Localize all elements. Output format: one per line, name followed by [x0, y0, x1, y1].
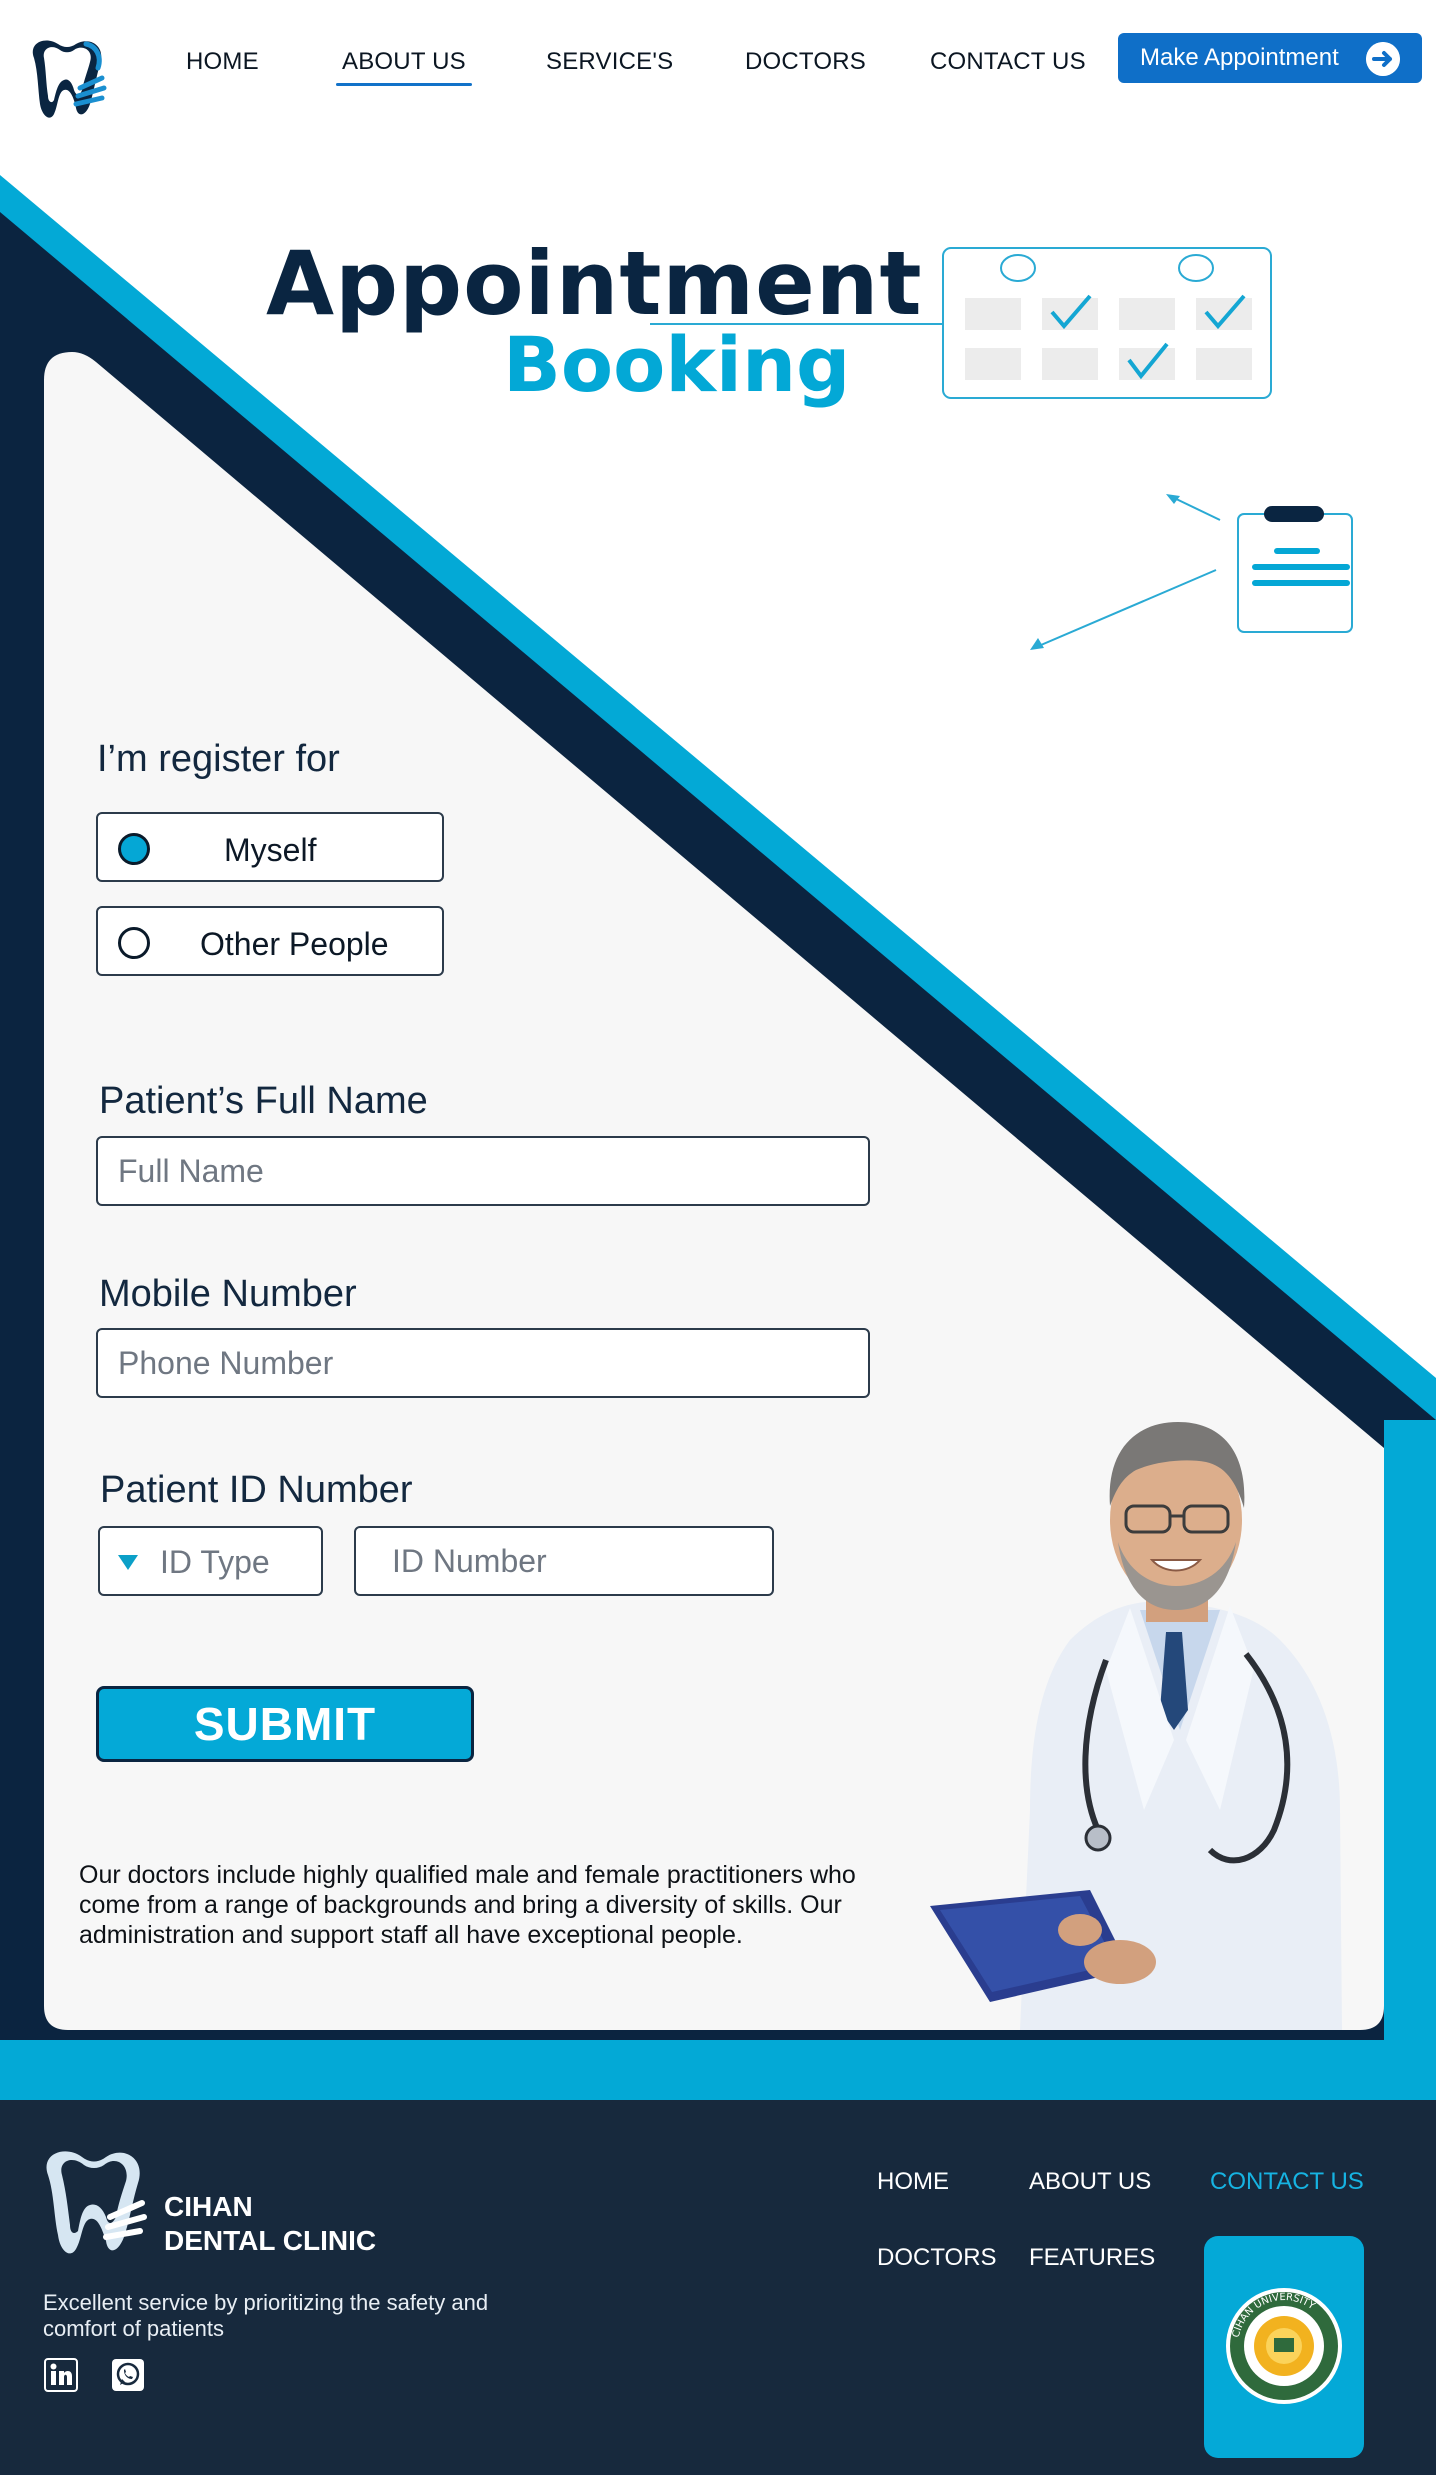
footer-tagline: Excellent service by prioritizing the sa… — [43, 2290, 489, 2341]
mobile-number-label: Mobile Number — [99, 1273, 357, 1315]
caret-down-icon — [118, 1555, 138, 1570]
radio-option-myself[interactable]: Myself — [96, 812, 444, 882]
clipboard-illustration-icon — [1030, 494, 1353, 650]
footer-logo-icon[interactable] — [36, 2143, 152, 2259]
footer-brand-line1: CIHAN — [164, 2191, 253, 2222]
radio-myself-label: Myself — [224, 832, 317, 868]
calendar-illustration-icon — [650, 247, 1272, 399]
footer-link-doctors[interactable]: DOCTORS — [877, 2244, 997, 2272]
footer-link-home[interactable]: HOME — [877, 2168, 949, 2196]
footer-link-about-us[interactable]: ABOUT US — [1029, 2168, 1151, 2196]
nav-home[interactable]: HOME — [186, 48, 259, 76]
nav-doctors[interactable]: DOCTORS — [745, 48, 866, 76]
id-type-select[interactable]: ID Type — [98, 1526, 323, 1596]
full-name-input[interactable] — [96, 1136, 870, 1206]
footer-brand-line2: DENTAL CLINIC — [164, 2225, 377, 2256]
nav-contact-us[interactable]: CONTACT US — [930, 48, 1086, 76]
phone-number-input[interactable] — [96, 1328, 870, 1398]
nav-services[interactable]: SERVICE'S — [546, 48, 673, 76]
university-badge-card: CIHAN UNIVERSITY — [1204, 2236, 1364, 2458]
nav-about-us[interactable]: ABOUT US — [336, 48, 472, 86]
footer-brand: CIHAN DENTAL CLINIC — [164, 2190, 376, 2258]
arrow-right-icon — [1366, 42, 1400, 76]
make-appointment-label: Make Appointment — [1140, 44, 1339, 71]
footer: CIHAN DENTAL CLINIC Excellent service by… — [0, 2100, 1436, 2475]
doctor-illustration — [930, 1422, 1342, 2030]
id-number-input[interactable] — [354, 1526, 774, 1596]
top-navigation: HOME ABOUT US SERVICE'S DOCTORS CONTACT … — [0, 0, 1436, 130]
register-for-label: I’m register for — [97, 738, 340, 780]
radio-option-other-people[interactable]: Other People — [96, 906, 444, 976]
footer-link-contact-us[interactable]: CONTACT US — [1210, 2168, 1364, 2196]
clinic-description: Our doctors include highly qualified mal… — [79, 1861, 856, 1949]
radio-unselected-icon — [118, 927, 150, 959]
id-type-placeholder: ID Type — [160, 1544, 270, 1580]
radio-selected-icon — [118, 833, 150, 865]
submit-button[interactable]: SUBMIT — [96, 1686, 474, 1762]
full-name-label: Patient’s Full Name — [99, 1080, 428, 1122]
clinic-logo-icon[interactable] — [24, 34, 108, 122]
radio-other-people-label: Other People — [200, 926, 389, 962]
whatsapp-icon[interactable] — [111, 2358, 145, 2392]
university-seal-icon: CIHAN UNIVERSITY — [1226, 2288, 1342, 2404]
linkedin-icon[interactable] — [44, 2358, 78, 2392]
footer-link-features[interactable]: FEATURES — [1029, 2244, 1155, 2272]
make-appointment-button[interactable]: Make Appointment — [1118, 33, 1422, 83]
patient-id-label: Patient ID Number — [100, 1469, 413, 1511]
